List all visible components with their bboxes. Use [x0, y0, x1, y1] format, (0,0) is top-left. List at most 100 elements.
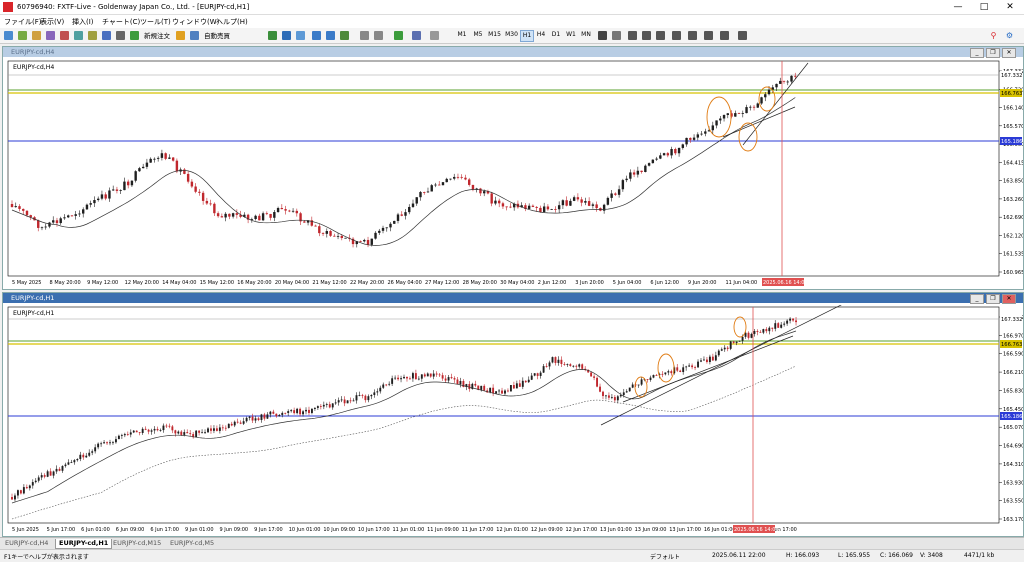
zoom-in-icon[interactable]	[312, 31, 321, 40]
chart-h1-minimize-button[interactable]: _	[970, 294, 984, 304]
candle-body	[52, 471, 55, 476]
channel-icon[interactable]	[672, 31, 681, 40]
text-tool-icon[interactable]	[704, 31, 713, 40]
timeframe-m5[interactable]: M5	[472, 30, 484, 40]
timeframe-h1[interactable]: H1	[520, 30, 534, 42]
tab-eurjpy-h1[interactable]: EURJPY-cd,H1	[55, 539, 113, 549]
chart-window-h1[interactable]: EURJPY-cd,H1 _ ❐ ✕ EURJPY-cd,H1 167.332 16…	[2, 292, 1024, 537]
chart-h1-canvas[interactable]: EURJPY-cd,H1 167.332 166.970 166.590 166.210…	[3, 305, 1023, 535]
timeframe-w1[interactable]: W1	[565, 30, 577, 40]
settings-gear-icon[interactable]: ⚙	[1004, 30, 1015, 41]
arrows-tool-icon[interactable]	[738, 31, 747, 40]
candle-body	[381, 227, 385, 231]
time-axis-label: 5 Jun 04:00	[613, 280, 642, 286]
templates-icon[interactable]	[430, 31, 439, 40]
vertical-line-icon[interactable]	[628, 31, 637, 40]
candle-body	[82, 209, 85, 214]
menu-file[interactable]: ファイル(F)	[4, 17, 42, 27]
cursor-icon[interactable]	[598, 31, 607, 40]
auto-trade-button[interactable]: 自動売買	[200, 30, 234, 43]
chart-h4-close-button[interactable]: ✕	[1002, 48, 1016, 58]
candle-body	[676, 367, 679, 371]
candle-body	[397, 377, 400, 380]
terminal-icon[interactable]	[74, 31, 83, 40]
candle-body	[254, 418, 257, 421]
zoom-out-icon[interactable]	[326, 31, 335, 40]
navigator-icon[interactable]	[60, 31, 69, 40]
price-axis-label: 165.830	[1003, 388, 1023, 394]
menu-help[interactable]: ヘルプ(H)	[216, 17, 248, 27]
chart-h4-canvas[interactable]: EURJPY-cd,H4167.332166.720166.140165.570…	[3, 59, 1023, 288]
search-icon[interactable]: ⚲	[988, 30, 999, 41]
close-button[interactable]: ✕	[998, 1, 1022, 13]
timeframe-h4[interactable]: H4	[535, 30, 547, 40]
candlestick-icon[interactable]	[282, 31, 291, 40]
bar-chart-icon[interactable]	[268, 31, 277, 40]
chart-h1-close-button[interactable]: ✕	[1002, 294, 1016, 304]
crosshair-tool-icon[interactable]	[116, 31, 125, 40]
time-axis-label: 13 Jun 01:00	[600, 527, 632, 533]
current-price-tag: 167.332	[1001, 73, 1022, 79]
candle-body	[786, 320, 789, 324]
timeframe-d1[interactable]: D1	[550, 30, 562, 40]
candle-body	[708, 356, 711, 363]
new-chart-icon[interactable]	[4, 31, 13, 40]
menu-view[interactable]: 表示(V)	[40, 17, 64, 27]
data-window-icon[interactable]	[46, 31, 55, 40]
chart-h4-minimize-button[interactable]: _	[970, 48, 984, 58]
new-order-button[interactable]: 新規注文	[140, 30, 174, 43]
menu-insert[interactable]: 挿入(I)	[72, 17, 94, 27]
price-axis-label: 164.415	[1003, 160, 1023, 166]
autoscroll-icon[interactable]	[360, 31, 369, 40]
tab-eurjpy-m15[interactable]: EURJPY-cd,M15	[110, 539, 164, 548]
options-icon[interactable]	[102, 31, 111, 40]
candle-body	[40, 227, 44, 229]
candle-body	[376, 391, 379, 393]
menu-tools[interactable]: ツール(T)	[140, 17, 171, 27]
toolbar: 新規注文 自動売買 M1 M5 M15 M30 H1 H4 D1 W1 MN ⚲…	[0, 28, 1024, 44]
menu-window[interactable]: ウィンドウ(W)	[172, 17, 219, 27]
timeframe-m30[interactable]: M30	[504, 30, 519, 40]
timeframe-mn[interactable]: MN	[580, 30, 592, 40]
tab-eurjpy-m5[interactable]: EURJPY-cd,M5	[167, 539, 217, 548]
tab-eurjpy-h4[interactable]: EURJPY-cd,H4	[2, 539, 51, 548]
chart-h1-restore-button[interactable]: ❐	[986, 294, 1000, 304]
tile-windows-icon[interactable]	[340, 31, 349, 40]
chart-shift-icon[interactable]	[374, 31, 383, 40]
candle-body	[453, 176, 456, 179]
candle-body	[213, 203, 216, 214]
strategy-tester-icon[interactable]	[88, 31, 97, 40]
candle-body	[55, 220, 59, 224]
time-axis-label: 28 May 20:00	[463, 280, 497, 286]
label-tool-icon[interactable]	[720, 31, 729, 40]
candle-body	[575, 365, 578, 367]
horizontal-line-icon[interactable]	[642, 31, 651, 40]
candle-body	[269, 411, 272, 415]
timeframe-m15[interactable]: M15	[487, 30, 502, 40]
candle-body	[501, 203, 505, 207]
candle-body	[220, 216, 224, 218]
trendline-icon[interactable]	[656, 31, 665, 40]
line-chart-icon[interactable]	[296, 31, 305, 40]
chart-window-h4[interactable]: EURJPY-cd,H4 _ ❐ ✕ EURJPY-cd,H4 167.332 16…	[2, 46, 1024, 290]
candle-body	[591, 204, 595, 206]
chart-h4-restore-button[interactable]: ❐	[986, 48, 1000, 58]
menu-chart[interactable]: チャート(C)	[102, 17, 140, 27]
profiles-icon[interactable]	[18, 31, 27, 40]
candle-body	[145, 162, 149, 167]
indicators-icon[interactable]	[394, 31, 403, 40]
minimize-button[interactable]: —	[946, 1, 970, 13]
price-axis-label: 165.570	[1003, 124, 1023, 130]
candle-body	[450, 377, 453, 379]
maximize-button[interactable]: □	[972, 1, 996, 13]
fibonacci-icon[interactable]	[688, 31, 697, 40]
crosshair-icon[interactable]	[612, 31, 621, 40]
candle-body	[774, 323, 777, 329]
periods-icon[interactable]	[412, 31, 421, 40]
candle-body	[117, 435, 120, 440]
candle-body	[278, 414, 281, 417]
market-watch-icon[interactable]	[32, 31, 41, 40]
candle-body	[126, 181, 130, 186]
meta-editor-icon[interactable]	[176, 31, 185, 40]
timeframe-m1[interactable]: M1	[456, 30, 468, 40]
